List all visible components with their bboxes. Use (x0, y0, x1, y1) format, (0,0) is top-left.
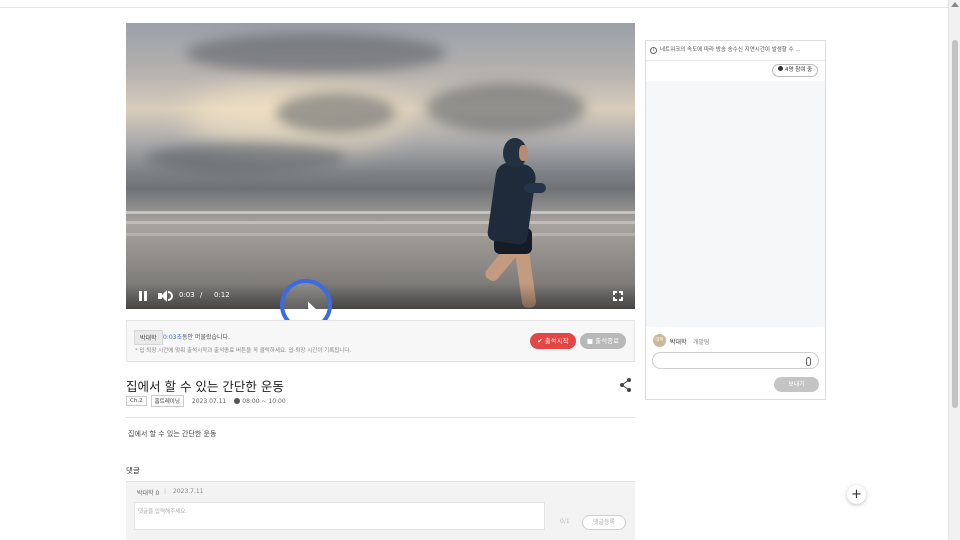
attendance-end-button[interactable]: ■ 출석종료 (580, 333, 626, 349)
content-time: 08:00 ~ 10:00 (234, 397, 286, 405)
comments-title: 댓글 (126, 466, 140, 475)
video-frame-cloud (186, 33, 446, 73)
comment-char-count: 0/1 (560, 518, 570, 525)
clock-icon (234, 397, 241, 404)
chat-send-button[interactable]: 보내기 (774, 377, 819, 392)
runner-face (519, 145, 528, 161)
attendance-note: * 입·퇴장 시간에 맞춰 출석시작과 출석종료 버튼을 꼭 클릭하세요. 입·… (135, 348, 352, 354)
scroll-thumb[interactable] (952, 40, 958, 408)
chat-notice-text: 네트워크의 속도에 따라 방송 송수신 지연시간이 발생할 수 ... (660, 47, 801, 53)
comment-submit-button[interactable]: 댓글등록 (582, 515, 626, 530)
chat-header-divider (646, 60, 825, 61)
check-icon: ✔ (537, 337, 545, 345)
comment-separator: | (164, 488, 167, 495)
content-divider (126, 417, 635, 418)
share-icon[interactable] (620, 378, 632, 392)
chat-panel: i 네트워크의 속도에 따라 방송 송수신 지연시간이 발생할 수 ... 4명 … (645, 40, 826, 400)
runner-arm (524, 183, 546, 193)
attendance-duration: 0:03초 (163, 334, 182, 341)
attendance-start-button[interactable]: ✔ 출석시작 (530, 333, 576, 349)
chat-user-name: 박대학 (670, 339, 687, 346)
chat-notice: i 네트워크의 속도에 따라 방송 송수신 지연시간이 발생할 수 ... (650, 45, 821, 57)
fullscreen-icon[interactable] (613, 291, 623, 301)
total-time: 0:12 (214, 291, 230, 299)
stop-icon: ■ (586, 337, 596, 345)
video-frame-cloud (276, 93, 396, 133)
category-chip: 홈트레이닝 (150, 395, 184, 407)
attendance-user-name: 박대학 (134, 330, 163, 345)
video-frame-wave (126, 221, 635, 224)
participants-count: 4명 참여 중 (785, 67, 813, 73)
content-date: 2023.07.11 (191, 397, 227, 405)
chat-messages-area[interactable] (646, 81, 825, 327)
chat-input[interactable] (652, 352, 819, 369)
attendance-end-label: 출석종료 (595, 337, 620, 345)
attachment-icon[interactable] (806, 357, 811, 366)
content-time-range: 08:00 ~ 10:00 (242, 397, 286, 405)
current-time: 0:03 (179, 291, 195, 299)
avatar: 대학 (653, 334, 666, 347)
info-icon: i (650, 47, 657, 54)
comment-input[interactable]: 댓글을 입력해주세요. (134, 502, 545, 530)
participants-badge[interactable]: 4명 참여 중 (772, 64, 819, 77)
attendance-panel: 박대학 0:03초동안 머물렀습니다. * 입·퇴장 시간에 맞춰 출석시작과 … (126, 320, 635, 362)
video-player[interactable]: 0:03 / 0:12 (126, 23, 635, 309)
content-description: 집에서 할 수 있는 간단한 운동 (128, 430, 217, 438)
comment-user-label: 박대학 0 (137, 490, 160, 497)
video-controls: 0:03 / 0:12 (126, 283, 635, 309)
video-frame-wave (126, 211, 635, 214)
share-icon-line (622, 385, 629, 391)
content-meta: Ch.2 홈트레이닝 2023.07.11 08:00 ~ 10:00 (126, 395, 286, 407)
attendance-message: 0:03초동안 머물렀습니다. (163, 332, 230, 341)
volume-wave-icon (168, 291, 173, 301)
scroll-up-arrow-icon[interactable] (951, 2, 959, 7)
add-button[interactable]: + (847, 485, 866, 504)
page-title: 집에서 할 수 있는 간단한 운동 (126, 379, 284, 394)
page-scrollbar[interactable] (948, 0, 960, 540)
video-frame-cloud (146, 143, 346, 173)
comment-date: 2023.7.11 (173, 488, 204, 495)
attendance-message-text: 동안 머물렀습니다. (182, 334, 230, 341)
top-bar (0, 0, 960, 8)
chapter-chip: Ch.2 (126, 396, 147, 406)
video-frame-wave (126, 233, 635, 236)
chat-user-role: 개발팀 (693, 339, 710, 346)
attendance-start-label: 출석시작 (544, 337, 569, 345)
pause-icon[interactable] (138, 291, 148, 301)
time-separator: / (200, 291, 203, 299)
video-frame-cloud (426, 83, 586, 133)
person-icon (778, 66, 783, 71)
comment-form: 박대학 0 | 2023.7.11 댓글을 입력해주세요. 0/1 댓글등록 (126, 481, 635, 540)
